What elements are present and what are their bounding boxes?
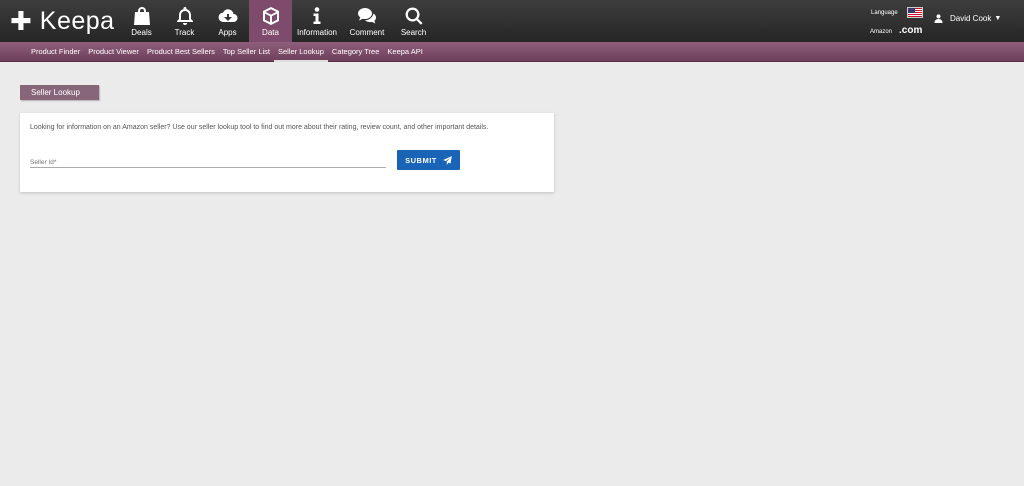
submit-button[interactable]: SUBMIT	[397, 150, 460, 170]
search-icon	[405, 7, 422, 25]
marketplace-domain[interactable]: .com	[899, 25, 922, 36]
keepa-logo[interactable]: ✚ Keepa	[10, 6, 115, 36]
locale-selector[interactable]: Language Amazon .com	[864, 7, 926, 37]
brand-name: Keepa	[39, 6, 115, 35]
language-label: Language	[871, 10, 898, 16]
cube-icon	[262, 7, 279, 25]
nav-item-information[interactable]: Information	[292, 0, 342, 42]
nav-item-apps[interactable]: Apps	[206, 0, 249, 42]
main-nav: Deals Track Apps Data Information Commen…	[120, 0, 435, 42]
shopping-bag-icon	[133, 7, 150, 25]
nav-label: Information	[296, 28, 338, 37]
user-name: David Cook	[950, 14, 992, 23]
section-title: Seller Lookup	[20, 85, 99, 100]
submit-label: SUBMIT	[405, 155, 437, 165]
nav-label: Deals	[131, 28, 152, 37]
subnav-item-product-best-sellers[interactable]: Product Best Sellers	[143, 42, 219, 62]
card-description: Looking for information on an Amazon sel…	[30, 124, 489, 131]
bell-icon	[176, 7, 193, 25]
nav-label: Apps	[218, 28, 237, 37]
caret-down-icon: ▼	[994, 15, 1002, 22]
subnav-item-keepa-api[interactable]: Keepa API	[383, 42, 426, 62]
plus-icon: ✚	[10, 6, 32, 36]
top-bar: ✚ Keepa Deals Track Apps Data Informatio…	[0, 0, 1024, 42]
user-icon	[934, 14, 943, 23]
nav-item-search[interactable]: Search	[392, 0, 435, 42]
paper-plane-icon	[443, 155, 452, 165]
subnav-item-product-finder[interactable]: Product Finder	[27, 42, 84, 62]
seller-id-field	[30, 151, 386, 171]
cloud-download-icon	[218, 9, 237, 23]
nav-item-deals[interactable]: Deals	[120, 0, 163, 42]
sub-nav: Product Finder Product Viewer Product Be…	[0, 42, 1024, 62]
subnav-item-category-tree[interactable]: Category Tree	[328, 42, 384, 62]
nav-label: Track	[174, 28, 195, 37]
nav-item-track[interactable]: Track	[163, 0, 206, 42]
seller-id-input[interactable]	[30, 154, 386, 171]
subnav-item-product-viewer[interactable]: Product Viewer	[84, 42, 143, 62]
user-menu[interactable]: David Cook ▼	[934, 14, 1001, 23]
marketplace-label: Amazon	[870, 29, 893, 35]
us-flag-icon[interactable]	[907, 7, 923, 18]
subnav-item-seller-lookup[interactable]: Seller Lookup	[274, 42, 328, 62]
seller-lookup-card: Looking for information on an Amazon sel…	[20, 113, 554, 192]
info-icon	[313, 7, 321, 24]
nav-item-data[interactable]: Data	[249, 0, 292, 42]
nav-item-comment[interactable]: Comment	[342, 0, 392, 42]
nav-label: Search	[400, 28, 427, 37]
nav-label: Comment	[349, 28, 385, 37]
comments-icon	[358, 8, 376, 24]
subnav-item-top-seller-list[interactable]: Top Seller List	[219, 42, 274, 62]
nav-label: Data	[262, 28, 279, 37]
